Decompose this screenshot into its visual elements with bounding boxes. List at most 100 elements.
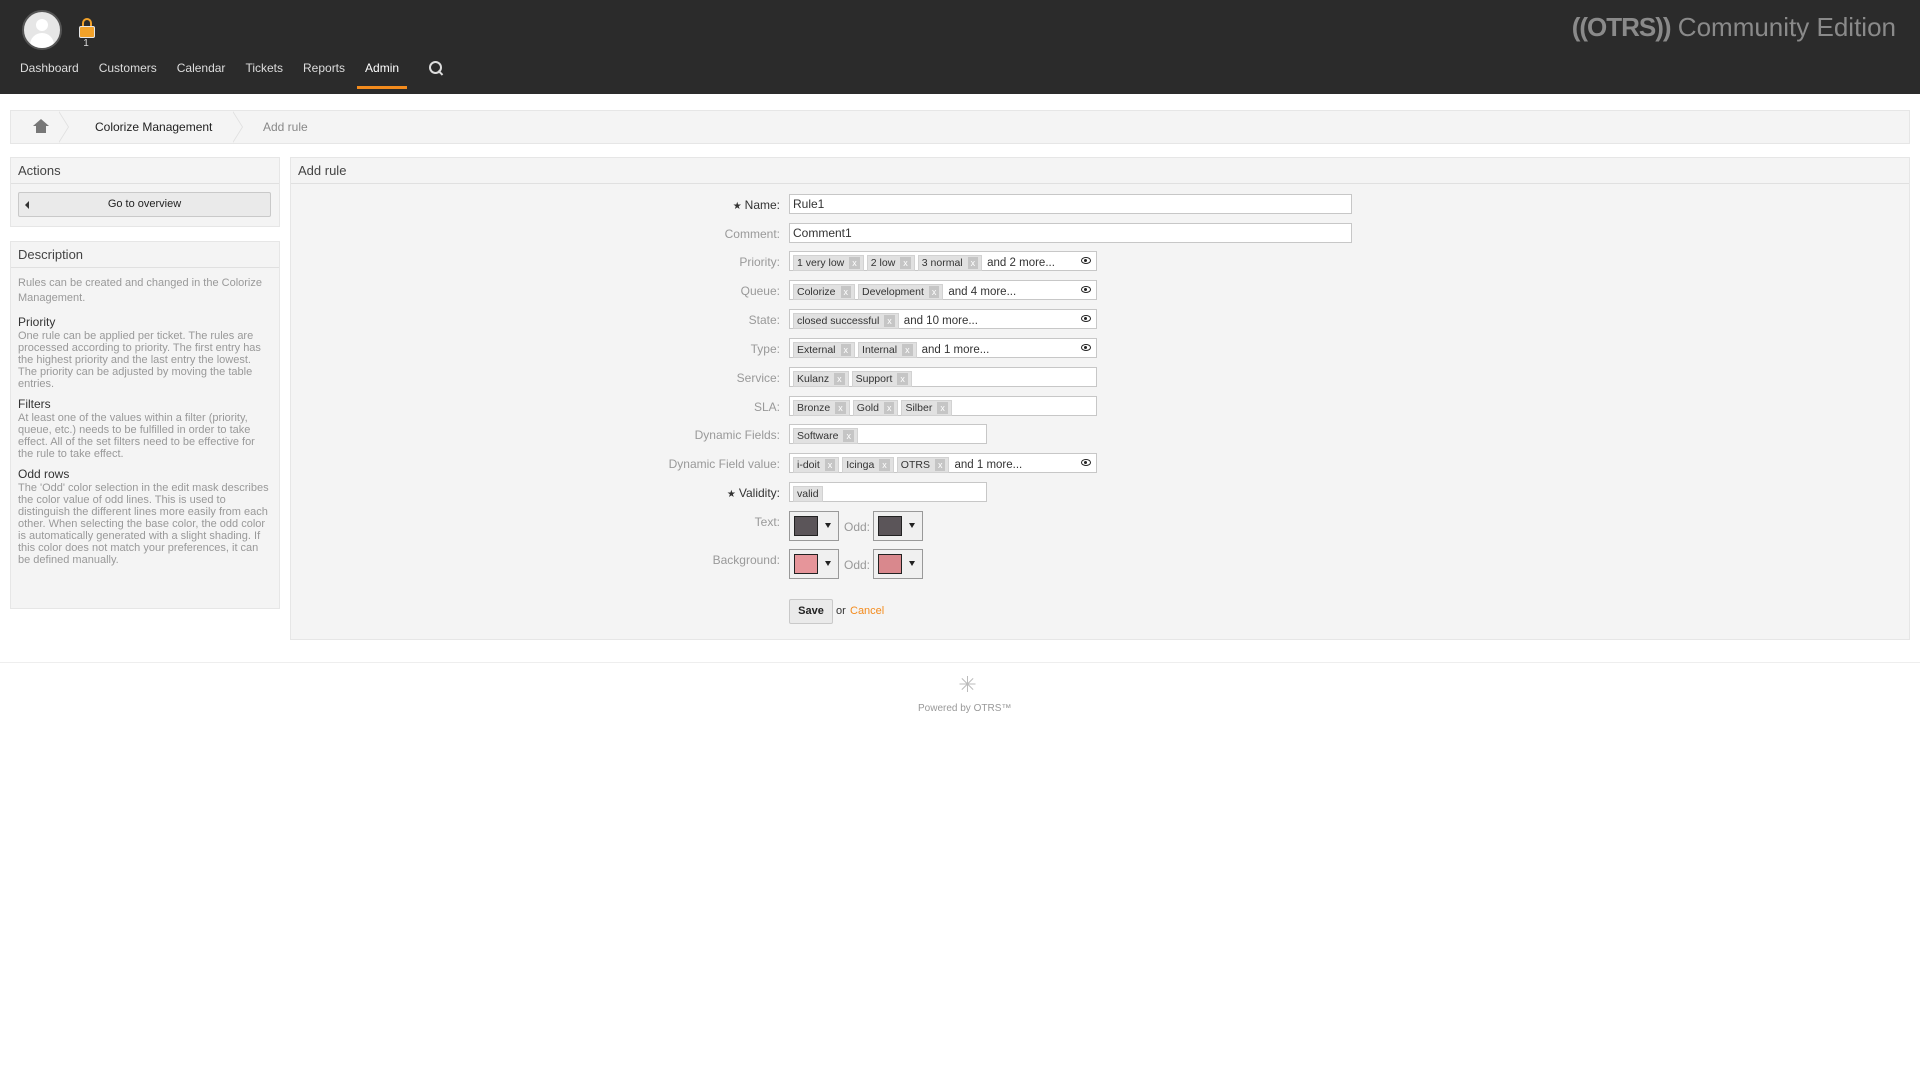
remove-tag-icon[interactable]: x xyxy=(934,459,946,471)
nav-dashboard[interactable]: Dashboard xyxy=(12,52,87,89)
actions-box: Actions Go to overview xyxy=(10,157,280,227)
save-button[interactable]: Save xyxy=(789,599,833,624)
powered-by[interactable]: Powered by OTRS™ xyxy=(918,703,1011,714)
remove-tag-icon[interactable]: x xyxy=(879,459,890,471)
description-title: Description xyxy=(11,242,279,268)
background-color-picker[interactable] xyxy=(789,549,839,579)
remove-tag-icon[interactable]: x xyxy=(840,286,852,298)
dynamic-field-value-select[interactable]: i-doit x Icinga x OTRS x and 1 more... xyxy=(789,453,1097,473)
remove-tag-icon[interactable]: x xyxy=(824,459,836,471)
queue-tag: Development x xyxy=(858,284,944,300)
text-color-label: Text: xyxy=(754,515,780,529)
breadcrumb-colorize-management[interactable]: Colorize Management xyxy=(95,120,212,134)
background-color-swatch xyxy=(794,554,818,574)
comment-input[interactable]: Comment1 xyxy=(789,223,1352,243)
text-odd-color-swatch xyxy=(878,516,902,536)
nav-admin[interactable]: Admin xyxy=(357,52,408,89)
background-color-label: Background: xyxy=(712,553,780,567)
queue-more[interactable]: and 4 more... xyxy=(948,286,1016,298)
dynamic-field-tag: Software x xyxy=(793,428,858,444)
chevron-down-icon xyxy=(825,523,831,528)
go-to-overview-button[interactable]: Go to overview xyxy=(18,192,271,217)
section-title: Priority xyxy=(18,315,56,329)
dynamic-value-more[interactable]: and 1 more... xyxy=(954,459,1022,471)
state-tag: closed successful x xyxy=(793,313,899,329)
sla-tag: Silber x xyxy=(901,400,952,416)
remove-tag-icon[interactable]: x xyxy=(897,373,908,385)
or-text: or xyxy=(836,605,846,617)
chevron-down-icon xyxy=(909,523,915,528)
state-select[interactable]: closed successful x and 10 more... xyxy=(789,309,1097,329)
dynamic-fields-select[interactable]: Software x xyxy=(789,424,987,444)
state-more[interactable]: and 10 more... xyxy=(904,315,978,327)
queue-tag: Colorize x xyxy=(793,284,856,300)
section-text: At least one of the values within a filt… xyxy=(18,412,255,460)
eye-icon[interactable] xyxy=(1081,344,1091,351)
remove-tag-icon[interactable]: x xyxy=(884,315,895,327)
queue-select[interactable]: Colorize x Development x and 4 more... xyxy=(789,280,1097,300)
remove-tag-icon[interactable]: x xyxy=(902,344,913,356)
top-bar: 1 ((OTRS)) Community Edition Dashboard C… xyxy=(0,0,1920,94)
eye-icon[interactable] xyxy=(1081,257,1091,264)
text-color-swatch xyxy=(794,516,818,536)
name-input[interactable]: Rule1 xyxy=(789,194,1352,214)
dynamic-value-tag: OTRS x xyxy=(896,457,950,473)
cancel-link[interactable]: Cancel xyxy=(850,605,884,617)
eye-icon[interactable] xyxy=(1081,286,1091,293)
sla-select[interactable]: Bronze x Gold x Silber x xyxy=(789,396,1097,416)
section-title: Odd rows xyxy=(18,467,70,481)
priority-select[interactable]: 1 very low x 2 low x 3 normal x and 2 more... xyxy=(789,251,1097,271)
type-more[interactable]: and 1 more... xyxy=(922,344,990,356)
remove-tag-icon[interactable]: x xyxy=(937,402,948,414)
actions-title: Actions xyxy=(11,158,279,184)
user-avatar[interactable] xyxy=(22,10,62,50)
type-select[interactable]: External x Internal x and 1 more... xyxy=(789,338,1097,358)
background-odd-color-swatch xyxy=(878,554,902,574)
background-odd-label: Odd: xyxy=(844,558,871,572)
text-odd-label: Odd: xyxy=(844,520,871,534)
background-odd-color-picker[interactable] xyxy=(873,549,923,579)
sla-tag: Gold x xyxy=(852,400,899,416)
eye-icon[interactable] xyxy=(1081,459,1091,466)
nav-calendar[interactable]: Calendar xyxy=(169,52,234,89)
priority-more[interactable]: and 2 more... xyxy=(987,257,1055,269)
validity-select[interactable]: valid xyxy=(789,482,987,502)
priority-tag: 3 normal x xyxy=(917,255,983,271)
nav-reports[interactable]: Reports xyxy=(295,52,353,89)
otrs-spark-icon xyxy=(959,676,976,692)
state-label: State: xyxy=(748,313,780,327)
nav-tickets[interactable]: Tickets xyxy=(237,52,291,89)
breadcrumb: Colorize Management Add rule xyxy=(10,110,1910,144)
description-box: Description Rules can be created and cha… xyxy=(10,241,280,609)
remove-tag-icon[interactable]: x xyxy=(835,402,846,414)
dynamic-fields-label: Dynamic Fields: xyxy=(694,428,780,442)
search-icon[interactable] xyxy=(428,60,444,76)
footer-divider xyxy=(0,662,1920,663)
dynamic-field-value-label: Dynamic Field value: xyxy=(668,457,780,471)
sla-tag: Bronze x xyxy=(793,400,850,416)
type-tag: External x xyxy=(793,342,856,358)
locked-tickets-icon[interactable]: 1 xyxy=(79,18,95,49)
eye-icon[interactable] xyxy=(1081,315,1091,322)
remove-tag-icon[interactable]: x xyxy=(883,402,895,414)
service-tag: Kulanz x xyxy=(793,371,849,387)
remove-tag-icon[interactable]: x xyxy=(900,257,911,269)
sla-label: SLA: xyxy=(753,400,780,414)
service-select[interactable]: Kulanz x Support x xyxy=(789,367,1097,387)
text-odd-color-picker[interactable] xyxy=(873,511,923,541)
chevron-down-icon xyxy=(825,561,831,566)
remove-tag-icon[interactable]: x xyxy=(843,430,854,442)
section-title: Filters xyxy=(18,397,51,411)
text-color-picker[interactable] xyxy=(789,511,839,541)
comment-label: Comment: xyxy=(724,227,780,241)
remove-tag-icon[interactable]: x xyxy=(834,373,845,385)
remove-tag-icon[interactable]: x xyxy=(928,286,940,298)
remove-tag-icon[interactable]: x xyxy=(849,257,860,269)
nav-customers[interactable]: Customers xyxy=(91,52,165,89)
type-label: Type: xyxy=(750,342,780,356)
remove-tag-icon[interactable]: x xyxy=(840,344,852,356)
section-text: One rule can be applied per ticket. The … xyxy=(18,330,261,390)
description-intro: Rules can be created and changed in the … xyxy=(18,277,262,304)
type-tag: Internal x xyxy=(858,342,917,358)
remove-tag-icon[interactable]: x xyxy=(967,257,979,269)
